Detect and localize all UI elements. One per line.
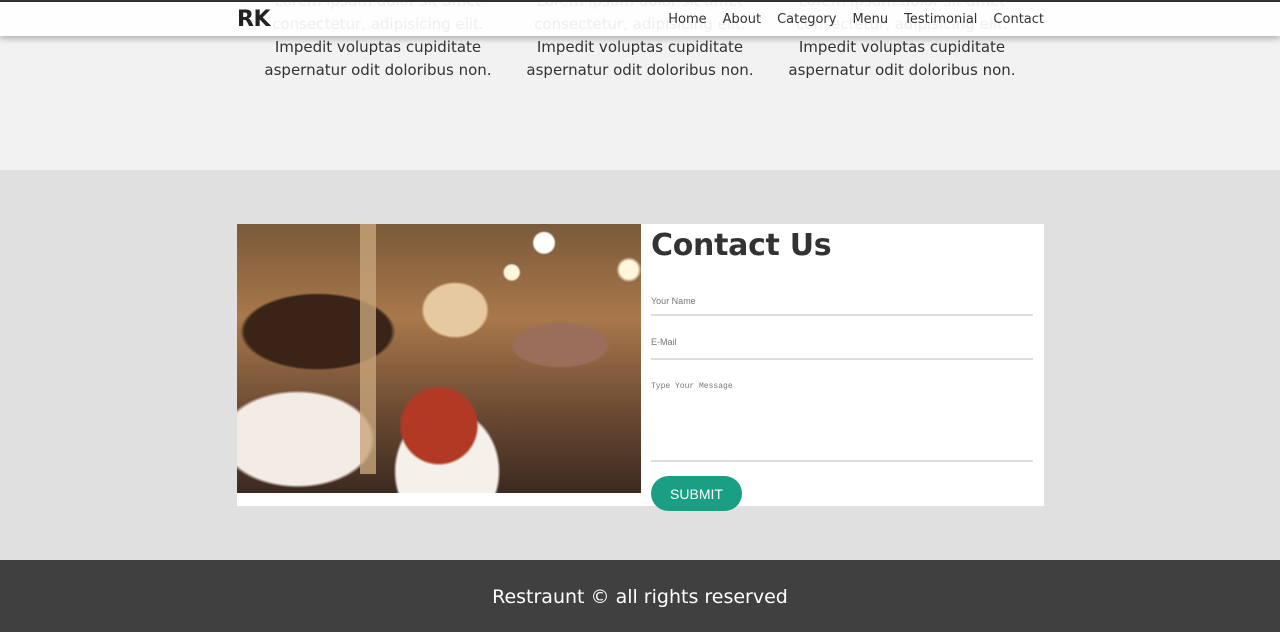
nav-link-menu[interactable]: Menu: [852, 12, 888, 27]
contact-section: Contact Us SUBMIT: [0, 170, 1280, 560]
contact-card: Contact Us SUBMIT: [237, 224, 1044, 511]
service-line: aspernatur odit doloribus non.: [264, 61, 492, 79]
service-line: Impedit voluptas cupiditate: [798, 38, 1006, 56]
footer-copyright: Restraunt © all rights reserved: [492, 586, 788, 608]
contact-form: Contact Us SUBMIT: [641, 224, 1044, 511]
navbar: RK Home About Category Menu Testimonial …: [0, 2, 1280, 36]
message-field[interactable]: [651, 368, 1033, 462]
service-line: Impedit voluptas cupiditate: [536, 38, 744, 56]
nav-link-contact[interactable]: Contact: [993, 12, 1044, 27]
footer: Restraunt © all rights reserved: [0, 560, 1280, 632]
service-line: aspernatur odit doloribus non.: [788, 61, 1016, 79]
service-line: Impedit voluptas cupiditate: [274, 38, 482, 56]
nav-link-testimonial[interactable]: Testimonial: [904, 12, 977, 27]
nav-links: Home About Category Menu Testimonial Con…: [668, 12, 1044, 27]
service-line: aspernatur odit doloribus non.: [526, 61, 754, 79]
logo[interactable]: RK: [237, 7, 271, 32]
email-field[interactable]: [651, 326, 1033, 360]
restaurant-photo: [237, 224, 641, 493]
photo-detail: [360, 224, 376, 474]
nav-link-category[interactable]: Category: [777, 12, 836, 27]
nav-link-about[interactable]: About: [723, 12, 761, 27]
contact-title: Contact Us: [651, 228, 832, 263]
name-field[interactable]: [651, 284, 1033, 316]
submit-button[interactable]: SUBMIT: [651, 476, 742, 511]
nav-link-home[interactable]: Home: [668, 12, 706, 27]
